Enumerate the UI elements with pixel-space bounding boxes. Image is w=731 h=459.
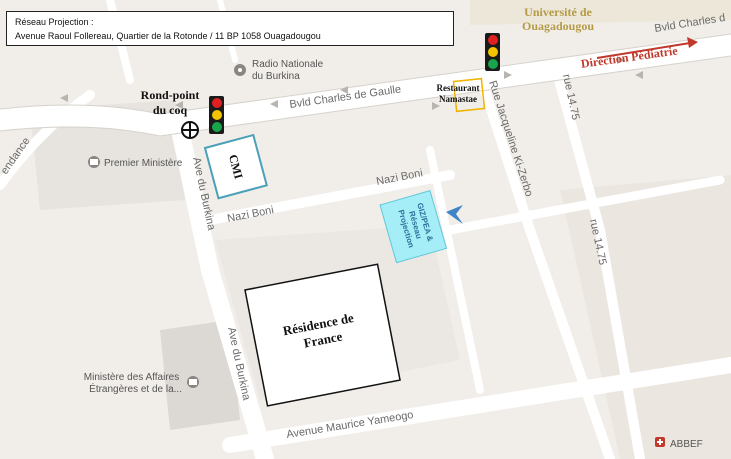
info-title: Réseau Projection : xyxy=(15,17,94,27)
traffic-light-green-icon xyxy=(211,122,222,132)
radio-nationale-icon xyxy=(234,64,246,76)
traffic-light-icon xyxy=(485,33,500,71)
universite-label: Université de Ouagadougou xyxy=(521,5,595,33)
traffic-light-green-icon xyxy=(487,59,498,69)
map-canvas: Bvld Charles de Gaulle Bvld Charles d Na… xyxy=(0,0,731,459)
traffic-light-red-icon xyxy=(487,35,498,45)
rond-point-crosshair-icon xyxy=(181,121,199,139)
ministere-affaires-icon xyxy=(187,376,199,388)
poi-label-premier-ministere: Premier Ministère xyxy=(104,158,183,169)
poi-label-radio-line-1: Radio Nationale xyxy=(252,59,324,70)
poi-label-ministere-affaires: Ministère des Affaires Étrangères et de … xyxy=(84,372,182,395)
abbef-icon xyxy=(655,437,665,447)
traffic-light-yellow-icon xyxy=(487,47,498,57)
poi-label-abbef: ABBEF xyxy=(670,439,703,450)
info-address: Avenue Raoul Follereau, Quartier de la R… xyxy=(15,31,321,41)
info-box: Réseau Projection : Avenue Raoul Follere… xyxy=(6,11,454,46)
premier-ministere-icon xyxy=(88,156,100,168)
traffic-light-red-icon xyxy=(211,98,222,108)
poi-label-ministere-line-2: Étrangères et de la... xyxy=(89,382,182,395)
traffic-light-icon xyxy=(209,96,224,134)
rond-point-label: Rond-point du coq xyxy=(140,88,200,117)
poi-label-ministere-line-1: Ministère des Affaires xyxy=(84,372,179,383)
restaurant-label: Restaurant Namastae xyxy=(436,83,480,104)
map-base: Bvld Charles de Gaulle Bvld Charles d Na… xyxy=(0,0,731,459)
traffic-light-yellow-icon xyxy=(211,110,222,120)
residence-box: Résidence de France xyxy=(244,263,401,407)
poi-label-radio-line-2: du Burkina xyxy=(252,71,300,82)
